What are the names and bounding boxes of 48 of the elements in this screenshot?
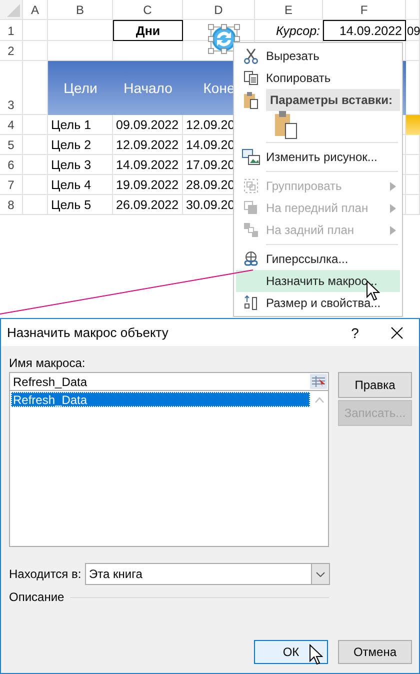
bring-forward-icon (243, 200, 259, 216)
location-dropdown[interactable]: Эта книга (85, 563, 330, 585)
dialog-button[interactable]: Правка (338, 372, 412, 398)
group-icon (243, 178, 259, 194)
menu-item[interactable]: Гиперссылка... (236, 248, 400, 270)
dialog-button[interactable]: ОК (254, 640, 328, 664)
send-backward-icon (243, 222, 259, 238)
table-cell-text: Цель 3 (50, 157, 92, 174)
close-icon[interactable] (391, 326, 403, 338)
field-label: Находится в: (9, 566, 82, 583)
size-properties-icon (243, 295, 259, 311)
macro-name-field[interactable]: Refresh_Data (9, 372, 329, 391)
section-label: Описание (9, 590, 64, 604)
table-cell-text: 09.09.2022 (115, 117, 180, 134)
table-cell-text: 14.09.2022 (115, 157, 180, 174)
column-heading: Цели (48, 61, 113, 115)
table-cell-text: 30.09.20 (185, 197, 236, 214)
table-cell: 14.09.2022 (323, 20, 406, 41)
help-button[interactable]: ? (349, 324, 361, 340)
table-cell-text: Цель 2 (50, 137, 92, 154)
pointer-icon (309, 644, 323, 666)
table-cell-text: Курсор: (274, 22, 321, 40)
list-item[interactable]: Refresh_Data (11, 392, 310, 407)
table-cell: Дни (113, 20, 183, 41)
table-cell-text: Цель 1 (50, 117, 92, 134)
scissors-icon (243, 48, 259, 64)
picture-swap-icon (242, 149, 260, 165)
menu-item[interactable]: Размер и свойства... (236, 292, 400, 314)
menu-section-header: Параметры вставки: (266, 89, 400, 111)
copy-icon (243, 70, 259, 86)
table-cell-text: 09 (406, 22, 420, 40)
range-select-icon[interactable] (310, 374, 327, 389)
table-cell-text: Цель 4 (50, 177, 92, 194)
field-label: Имя макроса: (9, 355, 86, 372)
dialog-title: Назначить макрос объекту (7, 325, 170, 340)
clipboard-icon (243, 91, 259, 109)
paste-icon[interactable] (274, 110, 298, 140)
dialog-button[interactable]: Отмена (338, 640, 412, 664)
menu-item[interactable]: Назначить макрос... (236, 270, 400, 292)
table-cell-text: 28.09.20 (185, 177, 236, 194)
menu-item[interactable]: Изменить рисунок... (236, 146, 400, 168)
column-heading: Начало (113, 61, 183, 115)
gantt-bar (406, 115, 420, 135)
table-cell-text: 12.09.2022 (115, 137, 180, 154)
hyperlink-icon (243, 251, 259, 267)
table-cell-text: 19.09.2022 (115, 177, 180, 194)
table-cell-text: Цель 5 (50, 197, 92, 214)
table-cell-text: 26.09.2022 (115, 197, 180, 214)
